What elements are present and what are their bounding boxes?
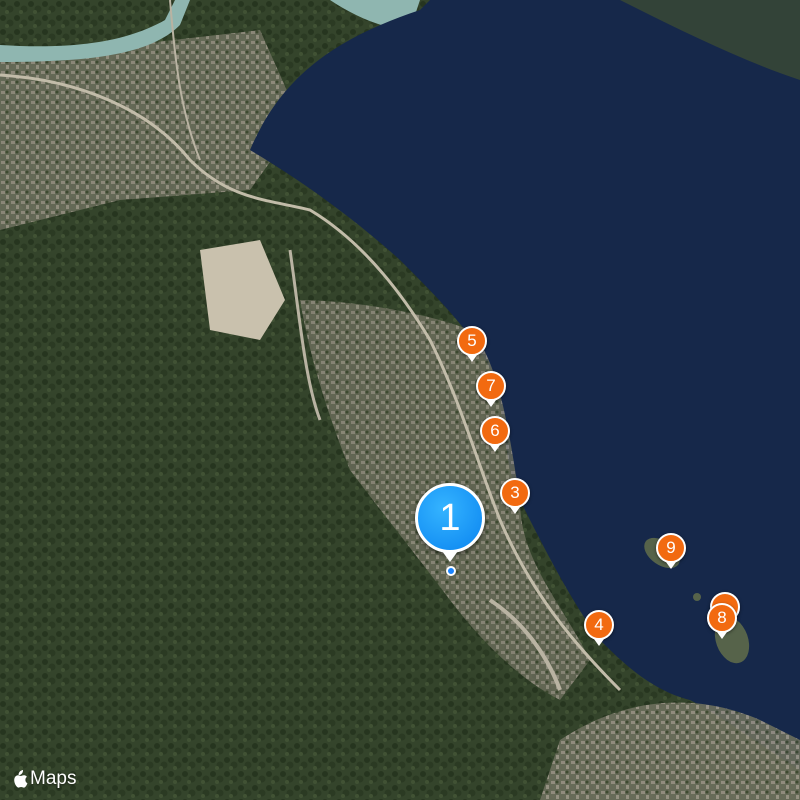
map-marker-5[interactable]: 5 (457, 326, 487, 356)
satellite-imagery (0, 0, 800, 800)
map-marker-9[interactable]: 9 (656, 533, 686, 563)
map-marker-8[interactable]: 8 (707, 603, 737, 633)
map-marker-1[interactable]: 1 (415, 483, 485, 553)
map-canvas[interactable]: 5 7 6 3 4 9 8 1 Maps (0, 0, 800, 800)
map-marker-3[interactable]: 3 (500, 478, 530, 508)
map-marker-4[interactable]: 4 (584, 610, 614, 640)
apple-logo-icon (14, 769, 28, 788)
attribution-text: Maps (30, 768, 77, 789)
maps-attribution[interactable]: Maps (12, 768, 76, 790)
map-marker-7[interactable]: 7 (476, 371, 506, 401)
map-marker-6[interactable]: 6 (480, 416, 510, 446)
location-dot (446, 566, 456, 576)
